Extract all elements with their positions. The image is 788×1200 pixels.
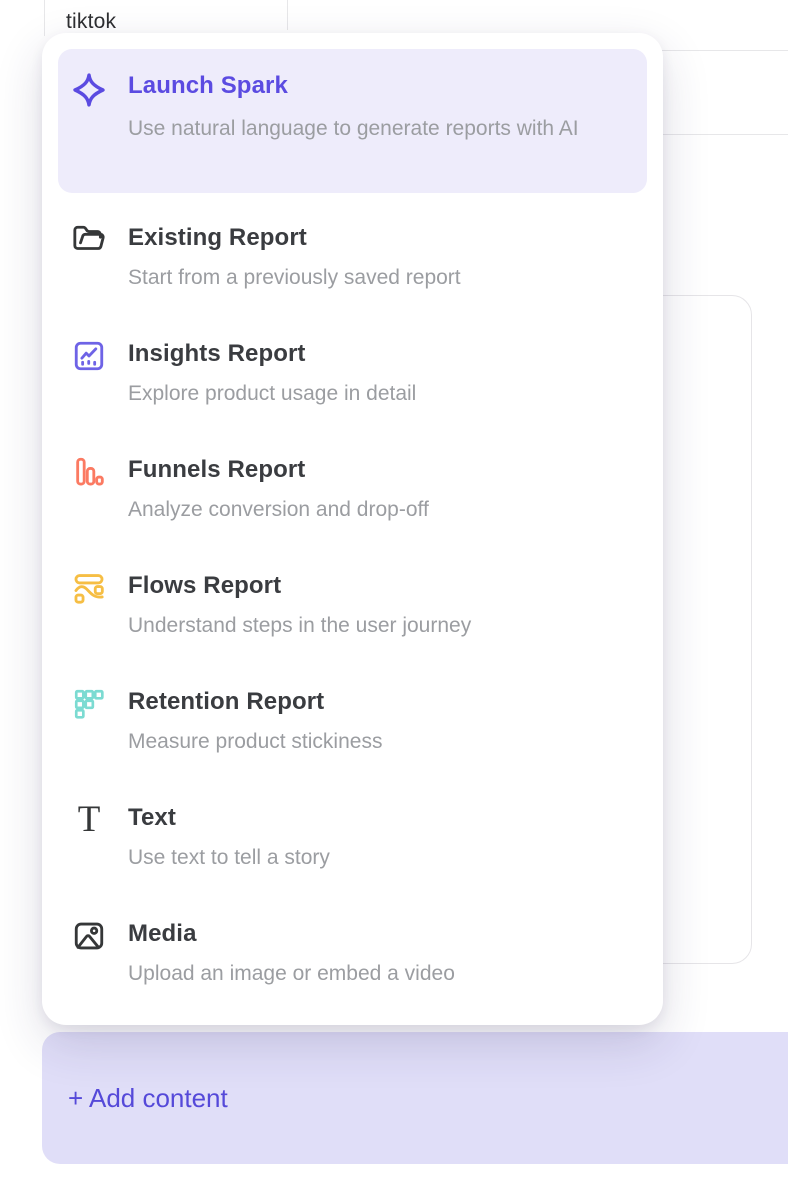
- menu-item-description: Analyze conversion and drop-off: [128, 496, 429, 524]
- menu-item-description: Use text to tell a story: [128, 844, 330, 872]
- background-divider: [44, 0, 45, 36]
- menu-item-title: Retention Report: [128, 687, 382, 717]
- folder-open-icon: [72, 223, 106, 292]
- add-content-label: + Add content: [68, 1083, 228, 1114]
- add-content-button[interactable]: + Add content: [42, 1032, 788, 1164]
- background-divider: [287, 0, 288, 30]
- menu-item-title: Funnels Report: [128, 455, 429, 485]
- menu-item-description: Upload an image or embed a video: [128, 960, 455, 988]
- text-icon: [72, 803, 106, 872]
- menu-item-title: Media: [128, 919, 455, 949]
- menu-item-description: Explore product usage in detail: [128, 380, 416, 408]
- menu-item-launch-spark[interactable]: Launch Spark Use natural language to gen…: [58, 49, 647, 193]
- menu-item-retention-report[interactable]: Retention Report Measure product stickin…: [72, 687, 647, 756]
- background-partial-text: tiktok: [66, 10, 116, 34]
- spark-icon: [72, 71, 106, 193]
- menu-item-funnels-report[interactable]: Funnels Report Analyze conversion and dr…: [72, 455, 647, 524]
- menu-item-flows-report[interactable]: Flows Report Understand steps in the use…: [72, 571, 647, 640]
- menu-item-media[interactable]: Media Upload an image or embed a video: [72, 919, 647, 988]
- flows-icon: [72, 571, 106, 640]
- menu-item-description: Understand steps in the user journey: [128, 612, 471, 640]
- menu-item-title: Text: [128, 803, 330, 833]
- menu-item-title: Insights Report: [128, 339, 416, 369]
- funnels-bars-icon: [72, 455, 106, 524]
- menu-item-title: Flows Report: [128, 571, 471, 601]
- menu-item-description: Measure product stickiness: [128, 728, 382, 756]
- menu-item-description: Start from a previously saved report: [128, 264, 461, 292]
- menu-item-title: Launch Spark: [128, 71, 579, 101]
- page-canvas: tiktok + Add content Launch Spark Use na…: [0, 0, 788, 1200]
- menu-item-text[interactable]: Text Use text to tell a story: [72, 803, 647, 872]
- retention-grid-icon: [72, 687, 106, 756]
- menu-item-existing-report[interactable]: Existing Report Start from a previously …: [72, 223, 647, 292]
- media-image-icon: [72, 919, 106, 988]
- add-content-menu: Launch Spark Use natural language to gen…: [42, 33, 663, 1025]
- menu-item-insights-report[interactable]: Insights Report Explore product usage in…: [72, 339, 647, 408]
- menu-item-title: Existing Report: [128, 223, 461, 253]
- insights-chart-icon: [72, 339, 106, 408]
- background-divider: [648, 50, 788, 51]
- background-divider: [648, 134, 788, 135]
- menu-item-description: Use natural language to generate reports…: [128, 113, 579, 144]
